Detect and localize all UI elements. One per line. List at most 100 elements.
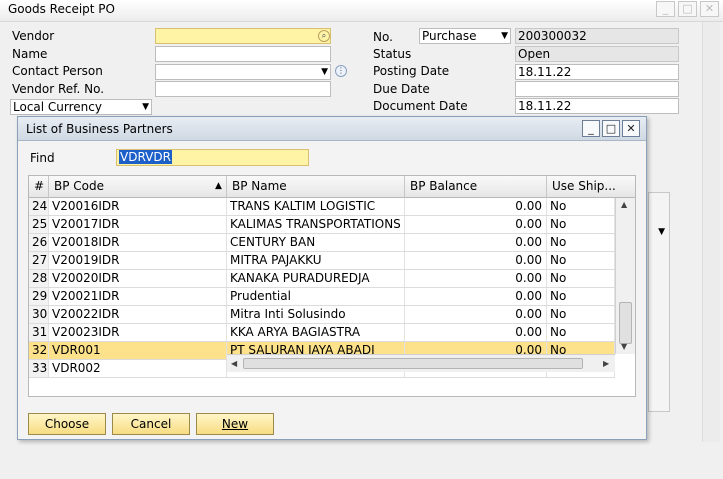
business-partners-dialog: List of Business Partners _ □ ✕ Find VDR… (17, 116, 647, 440)
sort-ascending-icon: ▲ (215, 181, 222, 191)
vendor-field[interactable] (155, 28, 331, 44)
lookup-icon[interactable]: ⌕ (318, 30, 330, 42)
cell-ship: No (547, 252, 615, 269)
cell-num: 33 (29, 360, 49, 377)
column-header-use-ship[interactable]: Use Ship... (547, 176, 615, 198)
status-label: Status (373, 47, 412, 61)
document-number-field: 200300032 (515, 28, 679, 44)
cell-ship: No (547, 198, 615, 215)
cell-num: 28 (29, 270, 49, 287)
new-button-label: New (221, 417, 249, 431)
dialog-title: List of Business Partners (26, 122, 173, 136)
table-row[interactable]: 24 V20016IDR TRANS KALTIM LOGISTIC 0.00 No (29, 198, 615, 216)
cell-num: 32 (29, 342, 49, 359)
chevron-down-icon: ▼ (501, 31, 508, 41)
cell-balance: 0.00 (405, 216, 547, 233)
column-header-bp-code-label: BP Code (54, 179, 105, 193)
name-label: Name (12, 47, 48, 61)
posting-date-field[interactable]: 18.11.22 (515, 64, 679, 80)
window-close-button[interactable]: ✕ (700, 1, 719, 17)
series-select-value: Purchase (422, 29, 477, 43)
scrollbar-thumb[interactable] (243, 358, 583, 369)
cell-num: 27 (29, 252, 49, 269)
column-header-bp-name[interactable]: BP Name (227, 176, 405, 198)
series-select[interactable]: Purchase ▼ (419, 28, 511, 44)
cell-ship: No (547, 270, 615, 287)
dialog-titlebar: List of Business Partners _ □ ✕ (18, 117, 646, 141)
cell-ship: No (547, 216, 615, 233)
table-row[interactable]: 29 V20021IDR Prudential 0.00 No (29, 288, 615, 306)
window-minimize-button[interactable]: _ (656, 1, 675, 17)
column-header-bp-code[interactable]: BP Code ▲ (49, 176, 227, 198)
table-row[interactable]: 30 V20022IDR Mitra Inti Solusindo 0.00 No (29, 306, 615, 324)
new-button[interactable]: New (196, 413, 274, 435)
due-date-field[interactable] (515, 81, 679, 97)
cell-name: TRANS KALTIM LOGISTIC (227, 198, 405, 215)
find-input[interactable]: VDRVDR (116, 149, 309, 166)
cell-code: V20019IDR (49, 252, 227, 269)
cell-num: 25 (29, 216, 49, 233)
table-header: # BP Code ▲ BP Name BP Balance Use Ship.… (29, 176, 635, 198)
scroll-down-icon[interactable]: ▼ (621, 342, 627, 351)
info-icon[interactable]: ⋮ (335, 65, 347, 77)
scroll-right-icon[interactable]: ▶ (603, 359, 609, 368)
cell-name: KKA ARYA BAGIASTRA (227, 324, 405, 341)
cell-code: V20023IDR (49, 324, 227, 341)
cell-balance: 0.00 (405, 234, 547, 251)
window-title: Goods Receipt PO (8, 2, 115, 16)
cell-code: V20016IDR (49, 198, 227, 215)
status-field: Open (515, 46, 679, 62)
name-field[interactable] (155, 46, 331, 62)
cell-name: CENTURY BAN (227, 234, 405, 251)
table-row[interactable]: 31 V20023IDR KKA ARYA BAGIASTRA 0.00 No (29, 324, 615, 342)
cell-balance: 0.00 (405, 288, 547, 305)
cell-code: V20020IDR (49, 270, 227, 287)
window-maximize-button[interactable]: □ (678, 1, 697, 17)
cell-balance: 0.00 (405, 324, 547, 341)
cell-balance: 0.00 (405, 252, 547, 269)
cell-num: 31 (29, 324, 49, 341)
cell-code: VDR001 (49, 342, 227, 359)
contact-person-label: Contact Person (12, 64, 103, 78)
cell-name: Mitra Inti Solusindo (227, 306, 405, 323)
table-row[interactable]: 26 V20018IDR CENTURY BAN 0.00 No (29, 234, 615, 252)
due-date-label: Due Date (373, 82, 430, 96)
column-header-number[interactable]: # (29, 176, 49, 198)
scrollbar-thumb[interactable] (619, 302, 632, 344)
scroll-left-icon[interactable]: ◀ (231, 359, 237, 368)
no-label: No. (373, 30, 393, 44)
minimize-icon[interactable]: _ (582, 120, 600, 137)
vendor-label: Vendor (12, 29, 55, 43)
cell-balance: 0.00 (405, 306, 547, 323)
table-row[interactable]: 28 V20020IDR KANAKA PURADUREDJA 0.00 No (29, 270, 615, 288)
cell-ship: No (547, 306, 615, 323)
vendor-ref-label: Vendor Ref. No. (12, 82, 105, 96)
cell-code: V20018IDR (49, 234, 227, 251)
vendor-ref-field[interactable] (155, 81, 331, 97)
cell-code: V20021IDR (49, 288, 227, 305)
chevron-down-icon: ▼ (658, 227, 665, 237)
table-horizontal-scrollbar[interactable]: ◀ ▶ (227, 354, 615, 372)
posting-date-label: Posting Date (373, 64, 450, 78)
cell-ship: No (547, 288, 615, 305)
table-row[interactable]: 25 V20017IDR KALIMAS TRANSPORTATIONS 0.00 No (29, 216, 615, 234)
cell-balance: 0.00 (405, 270, 547, 287)
column-header-bp-balance[interactable]: BP Balance (405, 176, 547, 198)
document-date-field[interactable]: 18.11.22 (515, 98, 679, 114)
cancel-button[interactable]: Cancel (112, 413, 190, 435)
background-tab-panel: ▼ (648, 192, 670, 412)
table-vertical-scrollbar[interactable]: ▲ ▼ (615, 198, 635, 354)
close-icon[interactable]: ✕ (622, 120, 640, 137)
choose-button[interactable]: Choose (28, 413, 106, 435)
window-scrollbar[interactable] (702, 22, 720, 442)
cell-ship: No (547, 324, 615, 341)
business-partners-table: # BP Code ▲ BP Name BP Balance Use Ship.… (28, 175, 636, 397)
currency-select[interactable]: Local Currency ▼ (10, 99, 152, 115)
cell-name: Prudential (227, 288, 405, 305)
table-row[interactable]: 27 V20019IDR MITRA PAJAKKU 0.00 No (29, 252, 615, 270)
maximize-icon[interactable]: □ (602, 120, 620, 137)
scroll-up-icon[interactable]: ▲ (621, 200, 627, 209)
cell-balance: 0.00 (405, 198, 547, 215)
contact-person-select[interactable]: ▼ (155, 64, 331, 80)
cell-ship: No (547, 234, 615, 251)
